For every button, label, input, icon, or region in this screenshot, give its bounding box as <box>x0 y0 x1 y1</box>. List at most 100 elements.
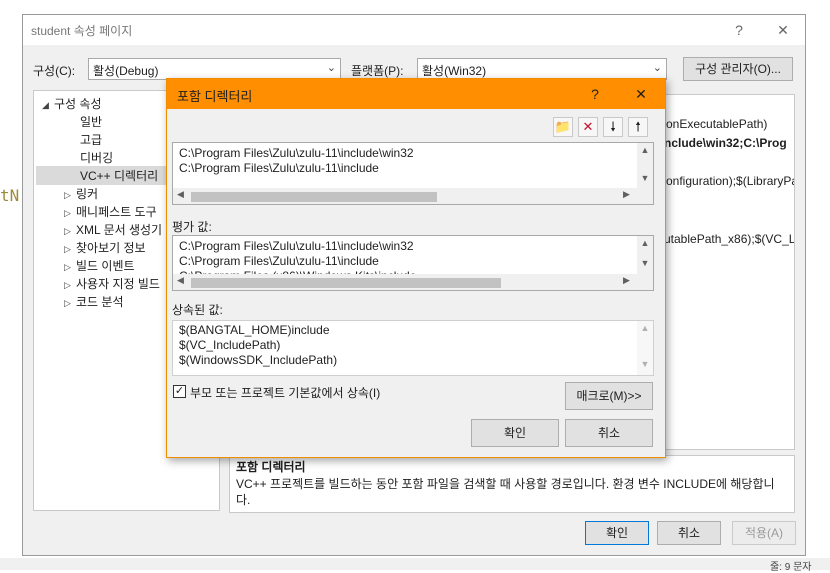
caret-right-icon: ▷ <box>64 190 71 200</box>
list-item: C:\Program Files\Zulu\zulu-11\include <box>179 254 379 268</box>
scroll-up-icon[interactable]: ▲ <box>637 238 653 248</box>
scroll-up-icon[interactable]: ▲ <box>637 323 653 333</box>
tree-item-general[interactable]: 일반 <box>80 113 102 130</box>
tree-root-label: 구성 속성 <box>54 97 102 111</box>
horizontal-scrollbar[interactable]: ◀ ▶ <box>173 274 653 290</box>
arrow-up-icon: 🠕 <box>635 119 641 134</box>
tree-item-label: XML 문서 생성기 <box>76 223 163 237</box>
vertical-scrollbar[interactable]: ▲ ▼ <box>637 236 653 274</box>
dialog-close-button[interactable]: ✕ <box>629 84 653 104</box>
tree-item-linker[interactable]: ▷ 링커 <box>64 185 98 202</box>
config-select[interactable]: 활성(Debug) ⌄ <box>88 58 341 80</box>
scroll-down-icon[interactable]: ▼ <box>637 359 653 369</box>
caret-right-icon: ▷ <box>64 244 71 254</box>
help-button[interactable]: ? <box>727 20 751 40</box>
scroll-down-icon[interactable]: ▼ <box>637 258 653 268</box>
scroll-right-icon[interactable]: ▶ <box>623 189 630 200</box>
grid-value[interactable]: onfiguration);$(LibraryPat <box>666 174 794 188</box>
window-title-bar: student 속성 페이지 ? ✕ <box>23 15 805 45</box>
grid-value[interactable]: utablePath_x86);$(VC_Lib <box>664 232 794 246</box>
tree-item-xml[interactable]: ▷ XML 문서 생성기 <box>64 221 162 238</box>
arrow-down-icon: 🠗 <box>610 119 616 134</box>
ok-button[interactable]: 확인 <box>585 521 649 545</box>
horizontal-scrollbar[interactable]: ◀ ▶ <box>173 188 653 204</box>
cancel-button[interactable]: 취소 <box>657 521 721 545</box>
evaluated-label: 평가 값: <box>172 220 212 234</box>
scroll-right-icon[interactable]: ▶ <box>623 275 630 286</box>
list-item: $(WindowsSDK_IncludePath) <box>179 353 338 367</box>
tree-item-code-analysis[interactable]: ▷ 코드 분석 <box>64 293 124 310</box>
move-down-button[interactable]: 🠗 <box>603 117 623 137</box>
scroll-down-icon[interactable]: ▼ <box>637 173 653 183</box>
dialog-title-bar: 포함 디렉터리 ? ✕ <box>167 79 665 109</box>
inherit-checkbox-label[interactable]: 부모 또는 프로젝트 기본값에서 상속(I) <box>190 384 380 401</box>
tree-item-custom-build[interactable]: ▷ 사용자 지정 빌드 <box>64 275 160 292</box>
scroll-thumb[interactable] <box>191 192 437 202</box>
macro-button[interactable]: 매크로(M)>> <box>565 382 653 410</box>
platform-select[interactable]: 활성(Win32) ⌄ <box>417 58 667 80</box>
list-item: $(BANGTAL_HOME)include <box>179 323 330 337</box>
tree-root[interactable]: ◢ 구성 속성 <box>42 95 102 112</box>
caret-down-icon: ◢ <box>42 100 49 110</box>
tree-item-label: 코드 분석 <box>76 295 124 309</box>
delete-button[interactable]: ✕ <box>578 117 598 137</box>
vertical-scrollbar[interactable]: ▲ ▼ <box>637 321 653 375</box>
config-label: 구성(C): <box>33 64 76 78</box>
check-icon: ✓ <box>174 385 185 397</box>
caret-right-icon: ▷ <box>64 226 71 236</box>
tree-item-label: 사용자 지정 빌드 <box>76 277 160 291</box>
delete-icon: ✕ <box>582 119 594 134</box>
tree-item-browse[interactable]: ▷ 찾아보기 정보 <box>64 239 146 256</box>
inherit-checkbox[interactable]: ✓ <box>173 385 186 398</box>
vertical-scrollbar[interactable]: ▲ ▼ <box>637 143 653 189</box>
tree-item-manifest[interactable]: ▷ 매니페스트 도구 <box>64 203 157 220</box>
include-directories-dialog: 포함 디렉터리 ? ✕ 📁 ✕ 🠗 🠕 C:\Program Files\Zul… <box>166 78 666 458</box>
description-text: VC++ 프로젝트를 빌드하는 동안 포함 파일을 검색할 때 사용할 경로입니… <box>236 477 775 507</box>
dialog-title: 포함 디렉터리 <box>177 89 253 104</box>
description-title: 포함 디렉터리 <box>236 460 306 474</box>
chevron-down-icon: ⌄ <box>326 62 336 74</box>
description-panel: 포함 디렉터리 VC++ 프로젝트를 빌드하는 동안 포함 파일을 검색할 때 … <box>229 455 795 513</box>
grid-value[interactable]: nclude\win32;C:\Prog <box>664 136 787 150</box>
new-folder-icon: 📁 <box>554 119 572 134</box>
config-value: 활성(Debug) <box>93 64 159 78</box>
status-bar: 줄: 9 문자 <box>0 558 830 573</box>
new-line-button[interactable]: 📁 <box>553 117 573 137</box>
window-title: student 속성 페이지 <box>31 24 133 38</box>
dialog-help-button[interactable]: ? <box>583 84 607 104</box>
grid-value[interactable]: onExecutablePath) <box>666 117 767 131</box>
evaluated-values-list: C:\Program Files\Zulu\zulu-11\include\wi… <box>172 235 654 291</box>
include-paths-list[interactable]: C:\Program Files\Zulu\zulu-11\include\wi… <box>172 142 654 205</box>
caret-right-icon: ▷ <box>64 280 71 290</box>
scroll-left-icon[interactable]: ◀ <box>177 275 184 286</box>
list-item: C:\Program Files\Zulu\zulu-11\include\wi… <box>179 239 414 253</box>
scroll-thumb[interactable] <box>191 278 501 288</box>
caret-right-icon: ▷ <box>64 298 71 308</box>
caret-right-icon: ▷ <box>64 262 71 272</box>
dialog-cancel-button[interactable]: 취소 <box>565 419 653 447</box>
inherited-values-list: $(BANGTAL_HOME)include $(VC_IncludePath)… <box>172 320 654 376</box>
tree-item-label: 빌드 이벤트 <box>76 259 135 273</box>
tree-item-label: 매니페스트 도구 <box>76 205 157 219</box>
config-manager-button[interactable]: 구성 관리자(O)... <box>683 57 793 81</box>
list-item: $(VC_IncludePath) <box>179 338 281 352</box>
tree-item-label: 찾아보기 정보 <box>76 241 146 255</box>
apply-button[interactable]: 적용(A) <box>732 521 796 545</box>
tree-item-label: 링커 <box>76 187 99 201</box>
scroll-up-icon[interactable]: ▲ <box>637 145 653 155</box>
dialog-ok-button[interactable]: 확인 <box>471 419 559 447</box>
close-button[interactable]: ✕ <box>771 20 795 40</box>
tree-item-advanced[interactable]: 고급 <box>80 131 102 148</box>
tree-item-debugging[interactable]: 디버깅 <box>80 149 113 166</box>
platform-value: 활성(Win32) <box>422 64 487 78</box>
status-text: 줄: 9 문자 <box>770 562 812 573</box>
scroll-left-icon[interactable]: ◀ <box>177 189 184 200</box>
list-item[interactable]: C:\Program Files\Zulu\zulu-11\include\wi… <box>179 146 414 160</box>
inherited-label: 상속된 값: <box>172 303 223 317</box>
background-editor-text: tN <box>0 186 20 205</box>
move-up-button[interactable]: 🠕 <box>628 117 648 137</box>
chevron-down-icon: ⌄ <box>652 62 662 74</box>
list-item[interactable]: C:\Program Files\Zulu\zulu-11\include <box>179 161 379 175</box>
tree-item-build-events[interactable]: ▷ 빌드 이벤트 <box>64 257 135 274</box>
platform-label: 플랫폼(P): <box>351 64 404 78</box>
